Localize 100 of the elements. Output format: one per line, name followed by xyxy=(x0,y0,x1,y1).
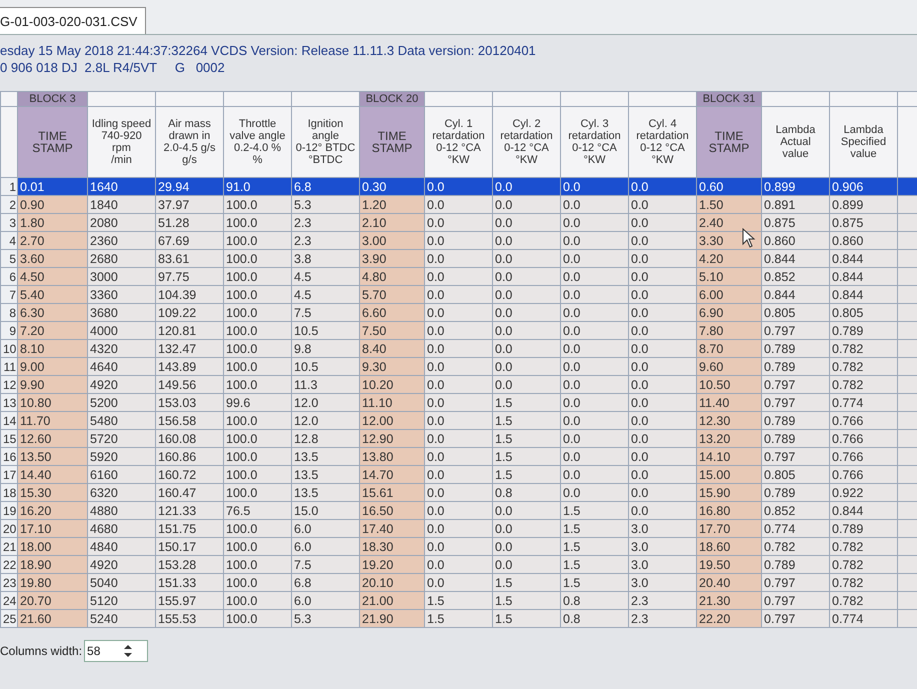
table-cell: 100.0 xyxy=(224,268,292,286)
column-header[interactable]: Idling speed 740-920 rpm /min xyxy=(88,106,156,178)
file-tab[interactable]: G-01-003-020-031.CSV xyxy=(0,7,146,34)
table-cell: 1.50 xyxy=(696,196,762,214)
table-cell: 0.8 xyxy=(492,484,560,502)
column-header[interactable]: TIME STAMP xyxy=(360,106,424,178)
table-cell: 121.33 xyxy=(156,502,224,520)
table-cell: 0.875 xyxy=(830,214,898,232)
table-cell: 0.789 xyxy=(762,358,830,376)
table-cell: 0.0 xyxy=(560,376,628,394)
column-header[interactable]: Lambda Actual value xyxy=(762,106,830,178)
table-cell: 4920 xyxy=(88,556,156,574)
table-cell: 3680 xyxy=(88,304,156,322)
table-cell: 0.0 xyxy=(560,232,628,250)
table-cell: 0.0 xyxy=(424,214,492,232)
table-cell: 3.0 xyxy=(628,520,696,538)
table-cell: 19.20 xyxy=(360,556,424,574)
table-cell: 1.5 xyxy=(492,574,560,592)
table-cell: 0.782 xyxy=(830,376,898,394)
table-cell: 0.0 xyxy=(424,286,492,304)
table-cell: 76.5 xyxy=(224,502,292,520)
table-cell: 100.0 xyxy=(224,430,292,448)
column-header[interactable]: Throttle valve angle 0.2-4.0 % % xyxy=(224,106,292,178)
table-cell: 13.5 xyxy=(292,466,360,484)
column-header[interactable]: TIME STAMP xyxy=(696,106,762,178)
table-cell: 6.8 xyxy=(292,574,360,592)
column-header[interactable]: Ignition angle 0-12° BTDC °BTDC xyxy=(292,106,360,178)
table-cell: 7.5 xyxy=(292,556,360,574)
table-cell: 15.90 xyxy=(696,484,762,502)
table-cell: 91.0 xyxy=(224,178,292,196)
table-cell: 10.50 xyxy=(696,376,762,394)
column-header[interactable]: Cyl. 2 retardation 0-12 °CA °KW xyxy=(492,106,560,178)
table-cell: 0.0 xyxy=(424,394,492,412)
table-cell: 0.0 xyxy=(628,394,696,412)
table-cell: 0.0 xyxy=(492,286,560,304)
table-cell: 160.08 xyxy=(156,430,224,448)
table-cell: 0.789 xyxy=(830,322,898,340)
table-cell: 18.30 xyxy=(360,538,424,556)
table-cell: 0.789 xyxy=(762,556,830,574)
table-cell: 4840 xyxy=(88,538,156,556)
table-cell: 0.0 xyxy=(492,268,560,286)
columns-width-field[interactable]: 58 xyxy=(84,640,148,662)
row-number: 22 xyxy=(0,556,18,574)
table-cell: 2.10 xyxy=(360,214,424,232)
table-cell: 132.47 xyxy=(156,340,224,358)
table-cell: 21.00 xyxy=(360,592,424,610)
table-cell: 100.0 xyxy=(224,412,292,430)
table-cell: 9.60 xyxy=(696,358,762,376)
table-cell: 0.782 xyxy=(830,556,898,574)
column-header[interactable]: Cyl. 4 retardation 0-12 °CA °KW xyxy=(628,106,696,178)
table-cell: 5240 xyxy=(88,610,156,628)
table-cell: 3.0 xyxy=(628,574,696,592)
row-number: 6 xyxy=(0,268,18,286)
table-cell: 0.782 xyxy=(830,358,898,376)
table-cell: 0.797 xyxy=(762,610,830,628)
table-cell: 13.20 xyxy=(696,430,762,448)
table-cell: 3.90 xyxy=(360,250,424,268)
table-cell: 2680 xyxy=(88,250,156,268)
table-cell: 109.22 xyxy=(156,304,224,322)
table-cell: 100.0 xyxy=(224,286,292,304)
column-header[interactable]: Air mass drawn in 2.0-4.5 g/s g/s xyxy=(156,106,224,178)
row-number: 21 xyxy=(0,538,18,556)
table-cell: 13.80 xyxy=(360,448,424,466)
table-cell: 100.0 xyxy=(224,484,292,502)
table-cell: 0.797 xyxy=(762,592,830,610)
table-cell: 21.90 xyxy=(360,610,424,628)
table-cell: 5.70 xyxy=(360,286,424,304)
table-cell: 2.3 xyxy=(292,214,360,232)
table-cell: 0.782 xyxy=(762,538,830,556)
table-cell: 0.0 xyxy=(628,502,696,520)
block-label: BLOCK 3 xyxy=(18,92,88,106)
row-number: 11 xyxy=(0,358,18,376)
column-header[interactable]: TIME STAMP xyxy=(18,106,88,178)
row-number: 3 xyxy=(0,214,18,232)
table-cell: 2080 xyxy=(88,214,156,232)
table-cell: 4.80 xyxy=(360,268,424,286)
cursor-icon xyxy=(742,228,756,248)
table-cell: 17.10 xyxy=(18,520,88,538)
table-cell: 151.33 xyxy=(156,574,224,592)
table-cell: 6.60 xyxy=(360,304,424,322)
column-header[interactable]: Cyl. 3 retardation 0-12 °CA °KW xyxy=(560,106,628,178)
table-cell: 0.797 xyxy=(762,574,830,592)
table-cell: 0.0 xyxy=(628,196,696,214)
row-number: 12 xyxy=(0,376,18,394)
table-cell: 1.5 xyxy=(492,430,560,448)
table-cell: 151.75 xyxy=(156,520,224,538)
row-number: 1 xyxy=(0,178,18,196)
column-header[interactable]: Lambda Specified value xyxy=(830,106,898,178)
table-cell: 100.0 xyxy=(224,610,292,628)
table-cell: 9.30 xyxy=(360,358,424,376)
table-cell: 10.80 xyxy=(18,394,88,412)
table-cell: 0.805 xyxy=(762,466,830,484)
table-cell: 143.89 xyxy=(156,358,224,376)
table-cell: 5200 xyxy=(88,394,156,412)
table-cell: 37.97 xyxy=(156,196,224,214)
table-cell: 153.03 xyxy=(156,394,224,412)
table-cell: 0.0 xyxy=(424,448,492,466)
table-cell: 21.30 xyxy=(696,592,762,610)
table-cell: 0.0 xyxy=(492,520,560,538)
column-header[interactable]: Cyl. 1 retardation 0-12 °CA °KW xyxy=(424,106,492,178)
